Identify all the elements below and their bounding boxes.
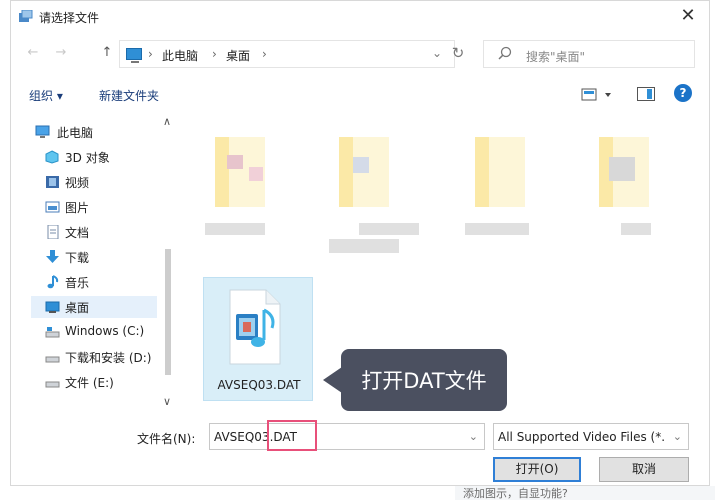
filename-input[interactable]: AVSEQ03.DAT ⌄ [209, 423, 485, 450]
breadcrumb-desktop[interactable]: 桌面 [226, 47, 250, 64]
background-window-strip: 添加图示，自显功能? [455, 486, 715, 500]
callout-arrow [323, 367, 342, 393]
file-icon [475, 137, 525, 207]
chevron-down-icon[interactable]: ⌄ [469, 430, 478, 443]
arrow-right-icon: → [55, 45, 67, 60]
nav-item-music[interactable]: 音乐 [31, 271, 157, 293]
nav-item-label: 此电脑 [57, 126, 94, 140]
breadcrumb-separator: › [212, 47, 217, 61]
drive-icon [45, 327, 60, 338]
title-bar: 请选择文件 ✕ [11, 1, 709, 33]
nav-item-label: 音乐 [65, 276, 90, 290]
open-button[interactable]: 打开(O) [493, 457, 581, 482]
nav-item-label: 文档 [65, 226, 90, 240]
refresh-button[interactable]: ↻ [443, 40, 473, 68]
breadcrumb-separator: › [262, 47, 267, 61]
search-placeholder: 搜索"桌面" [526, 50, 586, 64]
video-music-file-icon [229, 289, 281, 365]
breadcrumb-this-pc[interactable]: 此电脑 [162, 47, 198, 64]
blurred-file-item[interactable] [329, 125, 419, 265]
app-icon [19, 10, 33, 22]
nav-item-drive-e[interactable]: 文件 (E:) [31, 371, 157, 393]
nav-item-label: 视频 [65, 176, 90, 190]
download-icon [46, 250, 59, 263]
arrow-left-icon: ← [27, 45, 39, 60]
drive-icon [45, 356, 60, 363]
instruction-callout: 打开DAT文件 [323, 349, 507, 411]
new-folder-button[interactable]: 新建文件夹 [99, 87, 159, 104]
nav-item-label: 下载 [65, 251, 90, 265]
close-icon: ✕ [680, 5, 696, 26]
navigation-bar: ← → ↑ › 此电脑 › 桌面 › ⌄ ↻ 搜索"桌面" [11, 37, 709, 69]
nav-item-videos[interactable]: 视频 [31, 171, 157, 193]
back-button[interactable]: ← [23, 43, 43, 63]
scroll-thumb[interactable] [165, 249, 171, 375]
breadcrumb-separator: › [148, 47, 153, 61]
nav-item-desktop[interactable]: 桌面 [31, 296, 157, 318]
extension-highlight [267, 420, 317, 451]
blurred-file-item[interactable] [589, 125, 679, 265]
nav-item-label: 图片 [65, 201, 90, 215]
scroll-up-icon[interactable]: ∧ [163, 115, 171, 128]
command-toolbar: 组织 ▾ 新建文件夹 ? [11, 81, 709, 109]
file-type-select[interactable]: All Supported Video Files (*. ⌄ [493, 423, 689, 450]
background-text: 添加图示，自显功能? [463, 487, 568, 500]
cube-icon [45, 150, 59, 164]
nav-item-documents[interactable]: 文档 [31, 221, 157, 243]
desktop-icon [45, 301, 60, 313]
nav-item-drive-d[interactable]: 下载和安装 (D:) [31, 346, 157, 368]
refresh-icon: ↻ [451, 44, 465, 62]
nav-item-label: 下载和安装 (D:) [65, 351, 152, 365]
arrow-up-icon: ↑ [101, 45, 113, 60]
document-icon [47, 225, 59, 239]
picture-icon [45, 201, 60, 213]
chevron-down-icon[interactable]: ⌄ [673, 430, 682, 443]
blurred-file-item[interactable] [205, 125, 295, 265]
drive-icon [45, 381, 60, 388]
nav-item-label: 3D 对象 [65, 151, 110, 165]
blurred-file-item[interactable] [465, 125, 555, 265]
nav-scrollbar[interactable]: ∧ ∨ [159, 115, 177, 413]
nav-item-downloads[interactable]: 下载 [31, 246, 157, 268]
nav-item-pictures[interactable]: 图片 [31, 196, 157, 218]
video-icon [46, 176, 59, 188]
nav-item-3d-objects[interactable]: 3D 对象 [31, 146, 157, 168]
computer-icon [126, 48, 142, 63]
nav-item-label: 文件 (E:) [65, 376, 114, 390]
file-type-value: All Supported Video Files (*. [498, 430, 666, 444]
cancel-button[interactable]: 取消 [599, 457, 689, 482]
window-title: 请选择文件 [39, 11, 100, 25]
nav-item-label: Windows (C:) [65, 324, 145, 338]
view-options-icon[interactable] [581, 87, 615, 103]
navigation-pane: 此电脑 3D 对象 视频 图片 文档 下载 音乐 桌面 Windows (C:)… [31, 115, 179, 413]
nav-item-label: 桌面 [65, 301, 90, 315]
help-icon[interactable]: ? [674, 84, 692, 102]
nav-item-this-pc[interactable]: 此电脑 [31, 121, 157, 143]
scroll-down-icon[interactable]: ∨ [163, 395, 171, 408]
selected-file-item[interactable]: AVSEQ03.DAT [203, 277, 313, 401]
nav-item-drive-c[interactable]: Windows (C:) [31, 321, 157, 343]
file-name: AVSEQ03.DAT [217, 378, 301, 392]
chevron-down-icon[interactable]: ⌄ [432, 46, 442, 60]
close-button[interactable]: ✕ [675, 5, 701, 29]
computer-icon [35, 125, 50, 138]
up-button[interactable]: ↑ [97, 43, 117, 63]
search-icon [498, 46, 512, 60]
address-bar[interactable]: › 此电脑 › 桌面 › ⌄ [119, 40, 455, 68]
callout-text: 打开DAT文件 [361, 369, 487, 393]
file-open-dialog: 请选择文件 ✕ ← → ↑ › 此电脑 › 桌面 › ⌄ ↻ 搜索"桌面" 组织… [10, 0, 710, 486]
filename-label: 文件名(N): [137, 432, 196, 446]
search-box[interactable]: 搜索"桌面" [483, 40, 695, 68]
organize-button[interactable]: 组织 ▾ [29, 87, 63, 104]
preview-pane-icon[interactable] [637, 87, 655, 101]
music-icon [47, 275, 59, 289]
forward-button[interactable]: → [51, 43, 71, 63]
